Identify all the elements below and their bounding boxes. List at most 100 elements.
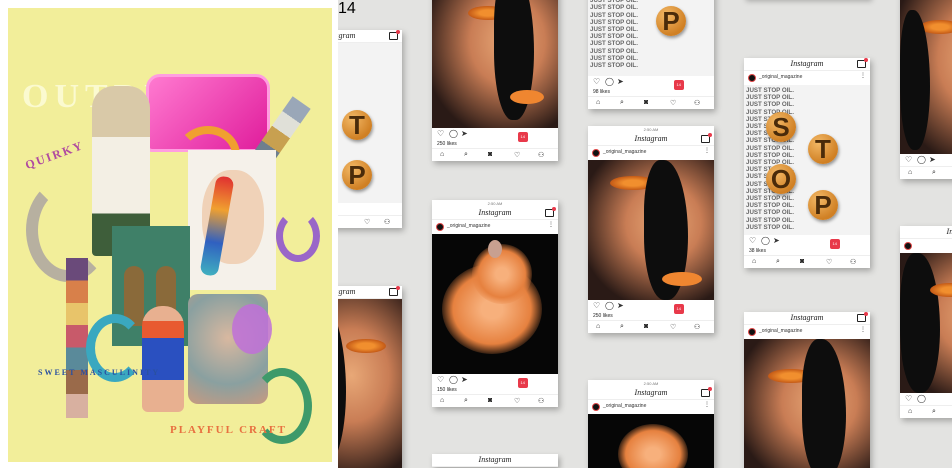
search-icon[interactable]: ⌕ [464,151,468,159]
more-icon[interactable]: ⋮ [704,401,710,408]
home-icon[interactable]: ⌂ [596,323,600,330]
home-icon[interactable]: ⌂ [908,408,912,415]
dm-icon[interactable] [389,30,400,40]
avatar[interactable] [904,242,912,250]
notification-badge: 14 [517,378,528,388]
search-icon[interactable]: ⌕ [620,323,624,331]
camera-icon[interactable]: ◙ [800,258,804,265]
heart-icon[interactable]: ♡ [670,323,676,331]
text-line: JUST STOP OIL. [590,4,638,12]
letter-t-ball: T [808,134,838,164]
comment-icon[interactable]: ◯ [605,77,614,86]
dm-icon[interactable] [857,312,868,322]
heart-icon[interactable]: ♡ [437,129,444,138]
text-line: JUST STOP OIL. [746,166,794,174]
comment-icon[interactable]: ◯ [449,375,458,384]
color-palette-strip [66,258,88,418]
home-icon[interactable]: ⌂ [440,151,444,158]
share-icon[interactable]: ➤ [461,375,468,384]
text-line: JUST STOP OIL. [746,223,794,231]
home-icon[interactable]: ⌂ [440,397,444,404]
search-icon[interactable]: ⌕ [776,258,780,266]
post-col2-top: ♡ ◯ ➤ 250 likes 14 ⌂ ⌕ ◙ ♡ ⚇ [432,0,558,161]
status-time: 2:50 AM [487,201,503,206]
camera-icon[interactable]: ◙ [488,397,492,404]
letter-p-ball: P [342,160,372,190]
post-col2-middle: 2:50 AM Instagram _original_magazine ⋮ ♡ ◯… [432,200,558,407]
text-post-image: JUST STOP OIL.JUST STOP OIL.JUST STOP OI… [588,0,714,76]
avatar[interactable] [436,223,444,231]
heart-icon[interactable]: ♡ [826,258,832,266]
post-col5-bottom: Instagram ♡ ◯ ⌂ ⌕ [900,226,952,418]
camera-icon[interactable]: ◙ [488,151,492,158]
more-icon[interactable]: ⋮ [548,221,554,228]
app-name: Instagram [634,388,668,397]
avatar[interactable] [592,403,600,411]
avatar[interactable] [748,74,756,82]
heart-icon[interactable]: ♡ [514,397,520,405]
more-icon[interactable]: ⋮ [704,147,710,154]
dm-icon[interactable] [545,207,556,217]
text-line: JUST STOP OIL. [746,216,794,224]
text-line: JUST STOP OIL. [338,153,400,160]
text-line: JUST STOP OIL. [590,54,638,62]
username[interactable]: _original_magazine [603,149,646,155]
app-name: Instagram [634,134,668,143]
avatar[interactable] [748,328,756,336]
heart-icon[interactable]: ♡ [905,155,912,164]
username[interactable]: _original_magazine [447,223,490,229]
share-icon[interactable]: ➤ [617,77,624,86]
app-name: Instagram [478,208,512,217]
heart-icon[interactable]: ♡ [670,99,676,107]
more-icon[interactable]: ⋮ [860,72,866,79]
comment-icon[interactable]: ◯ [605,301,614,310]
letter-t-ball: T [342,110,372,140]
home-icon[interactable]: ⌂ [908,169,912,176]
search-icon[interactable]: ⌕ [464,397,468,405]
profile-icon[interactable]: ⚇ [384,218,390,226]
heart-icon[interactable]: ♡ [905,394,912,403]
dm-icon[interactable] [701,133,712,143]
search-icon[interactable]: ⌕ [932,408,936,416]
heart-icon[interactable]: ♡ [364,218,370,226]
camera-icon[interactable]: ◙ [644,99,648,106]
avatar[interactable] [592,149,600,157]
search-icon[interactable]: ⌕ [932,169,936,177]
comment-icon[interactable]: ◯ [917,155,926,164]
search-icon[interactable]: ⌕ [620,99,624,107]
username[interactable]: _original_magazine [603,403,646,409]
share-icon[interactable]: ➤ [617,301,624,310]
home-icon[interactable]: ⌂ [752,258,756,265]
camera-icon[interactable]: ◙ [644,323,648,330]
share-icon[interactable]: ➤ [773,236,780,245]
dm-icon[interactable] [389,286,400,296]
heart-icon[interactable]: ♡ [593,77,600,86]
heart-icon[interactable]: ♡ [437,375,444,384]
dm-icon[interactable] [857,58,868,68]
home-icon[interactable]: ⌂ [596,99,600,106]
more-icon[interactable]: ⋮ [860,326,866,333]
profile-icon[interactable]: ⚇ [694,323,700,331]
app-name: Instagram [478,455,512,464]
like-count: 250 likes [593,313,613,319]
username[interactable]: _original_magazine [759,74,802,80]
letter-o-ball: O [766,164,796,194]
profile-icon[interactable]: ⚇ [538,151,544,159]
heart-icon[interactable]: ♡ [514,151,520,159]
comment-icon[interactable]: ◯ [761,236,770,245]
text-line: JUST STOP OIL. [338,74,400,81]
comment-icon[interactable]: ◯ [449,129,458,138]
profile-icon[interactable]: ⚇ [694,99,700,107]
username[interactable]: _original_magazine [759,328,802,334]
comment-icon[interactable]: ◯ [917,394,926,403]
share-icon[interactable]: ➤ [929,155,936,164]
profile-icon[interactable]: ⚇ [850,258,856,266]
text-line: JUST STOP OIL. [746,130,794,138]
dm-icon[interactable] [701,387,712,397]
profile-icon[interactable]: ⚇ [538,397,544,405]
heart-icon[interactable]: ♡ [593,301,600,310]
notification-badge: 14 [829,239,840,249]
heart-icon[interactable]: ♡ [749,236,756,245]
post-col5-top: ♡ ◯ ➤ ⌂ ⌕ [900,0,952,179]
share-icon[interactable]: ➤ [461,129,468,138]
